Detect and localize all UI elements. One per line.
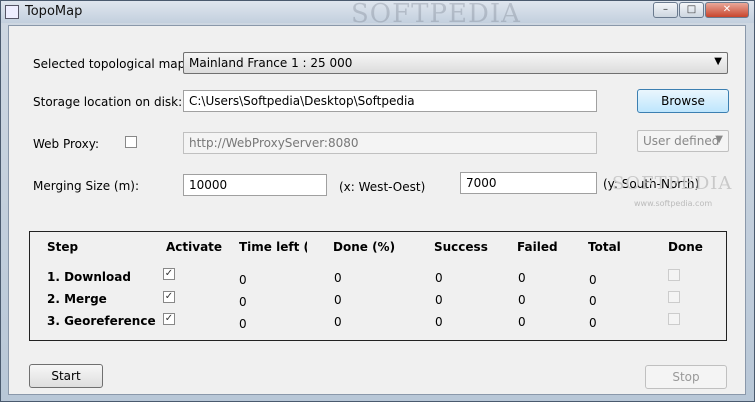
done-checkbox[interactable] <box>668 269 680 281</box>
merging-label: Merging Size (m): <box>33 179 139 193</box>
storage-label: Storage location on disk: <box>33 95 183 109</box>
done-pct-value: 0 <box>334 315 342 329</box>
softpedia-watermark: SOFTPEDIA <box>612 173 733 194</box>
window-icon <box>5 5 19 19</box>
failed-value: 0 <box>518 271 526 285</box>
main-panel: Selected topological map: Mainland Franc… <box>8 25 746 395</box>
step-label: 1. Download <box>47 270 131 284</box>
col-header-total: Total <box>588 240 621 254</box>
col-header-activate: Activate <box>166 240 223 254</box>
softpedia-url: www.softpedia.com <box>634 199 713 208</box>
time-left-value: 0 <box>239 295 247 309</box>
done-pct-value: 0 <box>334 271 342 285</box>
step-label: 3. Georeference <box>47 314 156 328</box>
start-button[interactable]: Start <box>29 364 103 388</box>
col-header-time-left: Time left (h) <box>239 240 307 254</box>
proxy-mode-value: User defined <box>643 134 720 148</box>
total-value: 0 <box>589 316 597 330</box>
time-left-value: 0 <box>239 317 247 331</box>
proxy-mode-select[interactable]: User defined ▼ <box>637 130 729 152</box>
window-title: TopoMap <box>25 4 83 19</box>
success-value: 0 <box>435 293 443 307</box>
merging-x-input[interactable]: 10000 <box>183 174 327 196</box>
close-icon[interactable]: ✕ <box>705 2 749 18</box>
col-header-step: Step <box>47 240 79 254</box>
browse-button[interactable]: Browse <box>637 89 729 113</box>
done-checkbox[interactable] <box>668 313 680 325</box>
checkmark-icon: ✓ <box>164 291 174 302</box>
dropdown-arrow-icon: ▼ <box>715 134 723 145</box>
checkmark-icon: ✓ <box>164 313 174 324</box>
x-hint: (x: West-Oest) <box>339 180 426 194</box>
checkmark-icon: ✓ <box>164 268 174 279</box>
activate-checkbox[interactable]: ✓ <box>163 268 175 280</box>
storage-input[interactable]: C:\Users\Softpedia\Desktop\Softpedia <box>183 90 597 112</box>
total-value: 0 <box>589 294 597 308</box>
time-left-value: 0 <box>239 273 247 287</box>
stop-button[interactable]: Stop <box>645 365 727 389</box>
step-label: 2. Merge <box>47 292 107 306</box>
total-value: 0 <box>589 273 597 287</box>
done-pct-value: 0 <box>334 293 342 307</box>
failed-value: 0 <box>518 315 526 329</box>
col-header-done: Done <box>668 240 703 254</box>
activate-checkbox[interactable]: ✓ <box>163 291 175 303</box>
map-select-value: Mainland France 1 : 25 000 <box>189 56 353 70</box>
col-header-failed: Failed <box>517 240 558 254</box>
success-value: 0 <box>435 271 443 285</box>
steps-table: Step Activate Time left (h) Done (%) Suc… <box>29 231 727 341</box>
activate-checkbox[interactable]: ✓ <box>163 313 175 325</box>
title-bar[interactable]: TopoMap SOFTPEDIA – □ ✕ <box>1 0 754 29</box>
merging-y-input[interactable]: 7000 <box>460 172 597 194</box>
app-window: TopoMap SOFTPEDIA – □ ✕ Selected topolog… <box>0 0 755 402</box>
done-checkbox[interactable] <box>668 291 680 303</box>
proxy-input[interactable]: http://WebProxyServer:8080 <box>183 132 597 154</box>
minimize-icon[interactable]: – <box>653 2 678 18</box>
dropdown-arrow-icon: ▼ <box>714 56 722 67</box>
col-header-success: Success <box>434 240 488 254</box>
failed-value: 0 <box>518 293 526 307</box>
proxy-checkbox[interactable] <box>125 136 137 148</box>
success-value: 0 <box>435 315 443 329</box>
maximize-icon[interactable]: □ <box>679 2 704 18</box>
map-select[interactable]: Mainland France 1 : 25 000 ▼ <box>183 52 728 74</box>
col-header-done-pct: Done (%) <box>333 240 396 254</box>
proxy-label: Web Proxy: <box>33 137 100 151</box>
map-label: Selected topological map: <box>33 57 190 71</box>
